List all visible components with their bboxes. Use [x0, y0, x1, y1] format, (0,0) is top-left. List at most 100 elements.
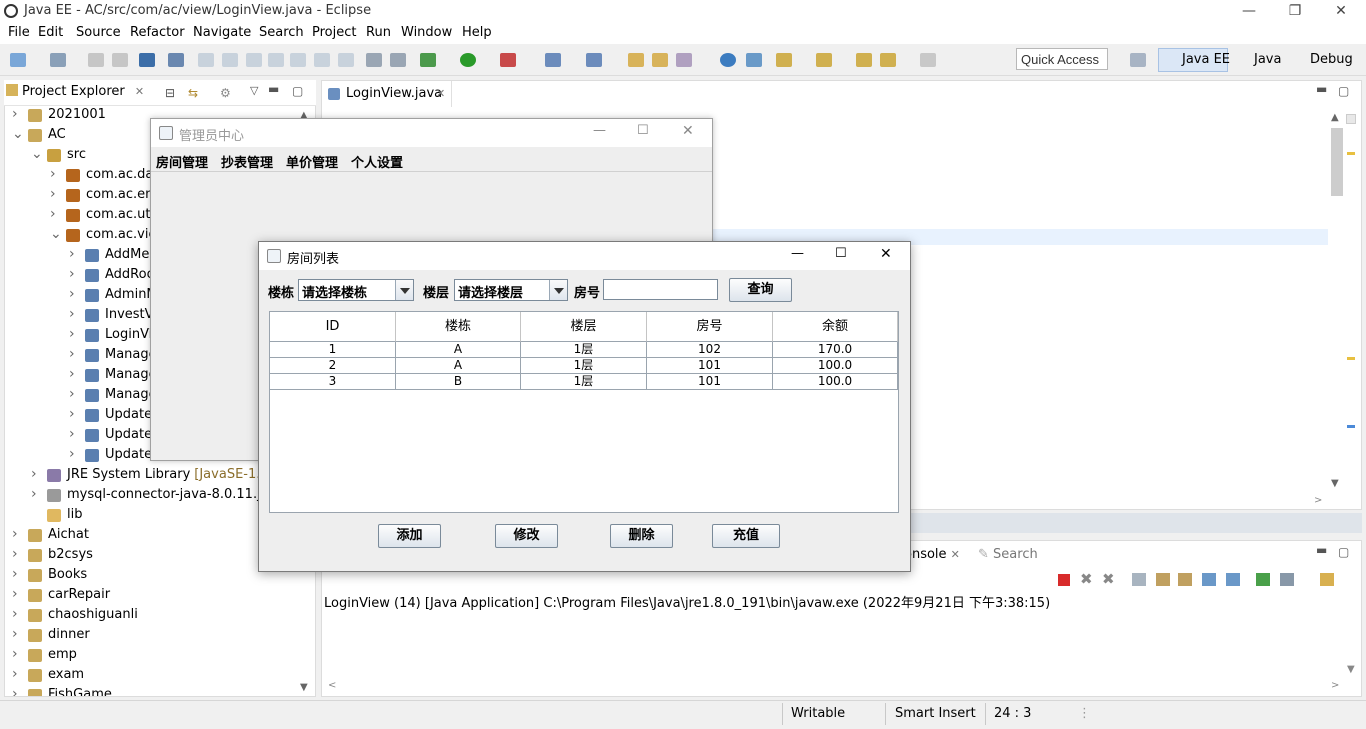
chevron-right-icon[interactable]: ›	[69, 286, 81, 302]
editor-minimize-icon[interactable]: ▬	[1316, 82, 1327, 96]
chevron-right-icon[interactable]: ›	[69, 406, 81, 422]
edit-button[interactable]: 修改	[495, 524, 558, 548]
debug-icon[interactable]	[420, 53, 436, 67]
chevron-down-icon[interactable]: ⌄	[31, 146, 43, 162]
close-tab-icon[interactable]: ✕	[135, 85, 144, 98]
new-server-icon[interactable]	[545, 53, 561, 67]
minimize-icon[interactable]: —	[1226, 0, 1272, 22]
console-minimize-icon[interactable]: ▬	[1316, 543, 1327, 557]
chevron-right-icon[interactable]: ›	[12, 646, 24, 662]
minimize-view-icon[interactable]: ▬	[268, 82, 279, 96]
run-icon[interactable]	[460, 53, 476, 67]
close-icon[interactable]: ✕	[1318, 0, 1364, 22]
delete-button[interactable]: 删除	[610, 524, 673, 548]
maximize-view-icon[interactable]: ▢	[292, 84, 303, 98]
chevron-right-icon[interactable]: ›	[12, 626, 24, 642]
open-console-icon[interactable]	[1320, 573, 1334, 586]
chevron-right-icon[interactable]: ›	[69, 446, 81, 462]
use-step-filters-icon[interactable]	[390, 53, 406, 67]
chevron-right-icon[interactable]: ›	[69, 426, 81, 442]
display-console-icon[interactable]	[1280, 573, 1294, 586]
menu-help[interactable]: Help	[462, 25, 492, 40]
chevron-right-icon[interactable]: ›	[50, 206, 62, 222]
suspend-icon[interactable]	[222, 53, 238, 67]
console-scroll-left-icon[interactable]: <	[328, 680, 336, 691]
tree-item[interactable]: › exam	[4, 666, 304, 686]
save-all-icon[interactable]	[112, 53, 128, 67]
building-combobox[interactable]: 请选择楼栋	[298, 279, 414, 301]
menu-navigate[interactable]: Navigate	[193, 25, 251, 40]
menu-price-management[interactable]: 单价管理	[286, 152, 338, 171]
query-button[interactable]: 查询	[729, 278, 792, 302]
show-stderr-icon[interactable]	[1226, 573, 1240, 586]
chevron-right-icon[interactable]: ›	[12, 106, 24, 122]
perspective-debug-button[interactable]: Debug	[1310, 52, 1353, 67]
tab-project-explorer[interactable]: Project Explorer ✕	[6, 84, 144, 99]
editor-scroll-down-icon[interactable]: ▼	[1331, 478, 1339, 489]
chevron-right-icon[interactable]: ›	[50, 186, 62, 202]
chevron-right-icon[interactable]: ›	[69, 346, 81, 362]
terminate-console-icon[interactable]	[1058, 574, 1070, 586]
tree-item[interactable]: › emp	[4, 646, 304, 666]
step-over-icon[interactable]	[314, 53, 330, 67]
sync-icon[interactable]	[746, 53, 762, 67]
menu-project[interactable]: Project	[312, 25, 356, 40]
collapse-all-icon[interactable]: ⊟	[165, 86, 175, 100]
tab-console[interactable]: onsole ✕	[904, 547, 960, 562]
show-stdout-icon[interactable]	[1202, 573, 1216, 586]
menu-room-management[interactable]: 房间管理	[156, 152, 208, 171]
previous-annotation-icon[interactable]	[816, 53, 832, 67]
table-header-cell[interactable]: ID	[270, 312, 396, 342]
menu-meter-management[interactable]: 抄表管理	[221, 152, 273, 171]
terminate-icon[interactable]	[246, 53, 262, 67]
menu-window[interactable]: Window	[401, 25, 452, 40]
new-icon[interactable]	[10, 53, 26, 67]
step-into-icon[interactable]	[290, 53, 306, 67]
tab-search[interactable]: ✎ Search	[978, 547, 1038, 562]
menu-search[interactable]: Search	[259, 25, 304, 40]
annotation-marker[interactable]	[1347, 425, 1355, 428]
save-icon[interactable]	[88, 53, 104, 67]
tree-item[interactable]: › carRepair	[4, 586, 304, 606]
editor-scroll-right-icon[interactable]: >	[1314, 495, 1322, 506]
table-header-cell[interactable]: 楼栋	[396, 312, 521, 342]
chevron-right-icon[interactable]: ›	[69, 326, 81, 342]
tree-scroll-down-icon[interactable]: ▼	[300, 682, 308, 693]
chevron-down-icon[interactable]: ⌄	[50, 226, 62, 242]
floor-combobox[interactable]: 请选择楼层	[454, 279, 568, 301]
recharge-button[interactable]: 充值	[712, 524, 780, 548]
close-console-icon[interactable]: ✕	[951, 548, 960, 561]
browser-icon[interactable]	[720, 53, 736, 67]
last-edit-icon[interactable]	[856, 53, 872, 67]
admin-maximize-icon[interactable]: ☐	[637, 123, 649, 138]
console-scroll-down-icon[interactable]: ▼	[1347, 664, 1355, 675]
chevron-right-icon[interactable]: ›	[69, 366, 81, 382]
editor-maximize-icon[interactable]: ▢	[1338, 84, 1349, 98]
menu-refactor[interactable]: Refactor	[130, 25, 185, 40]
table-header-cell[interactable]: 余额	[773, 312, 898, 342]
restore-icon[interactable]: ❐	[1272, 0, 1318, 22]
back-icon[interactable]	[880, 53, 896, 67]
chevron-right-icon[interactable]: ›	[69, 306, 81, 322]
chevron-right-icon[interactable]: ›	[12, 566, 24, 582]
console-maximize-icon[interactable]: ▢	[1338, 545, 1349, 559]
pin-console-icon[interactable]	[1256, 573, 1270, 586]
room-close-icon[interactable]: ✕	[880, 246, 892, 262]
clear-console-icon[interactable]	[1132, 573, 1146, 586]
admin-close-icon[interactable]: ✕	[682, 123, 694, 139]
menu-run[interactable]: Run	[366, 25, 391, 40]
run-external-icon[interactable]	[500, 53, 516, 67]
skip-breakpoints-icon[interactable]	[168, 53, 184, 67]
room-maximize-icon[interactable]: ☐	[835, 246, 847, 261]
word-wrap-icon[interactable]	[1178, 573, 1192, 586]
tree-item[interactable]: › dinner	[4, 626, 304, 646]
menu-edit[interactable]: Edit	[38, 25, 63, 40]
terminal-icon[interactable]	[139, 53, 155, 67]
annotation-marker[interactable]	[1347, 152, 1355, 155]
chevron-right-icon[interactable]: ›	[12, 666, 24, 682]
table-header-cell[interactable]: 房号	[647, 312, 773, 342]
admin-minimize-icon[interactable]: —	[593, 123, 606, 138]
editor-scroll-thumb[interactable]	[1331, 128, 1343, 196]
scroll-lock-icon[interactable]	[1156, 573, 1170, 586]
chevron-down-icon[interactable]: ⌄	[12, 126, 24, 142]
